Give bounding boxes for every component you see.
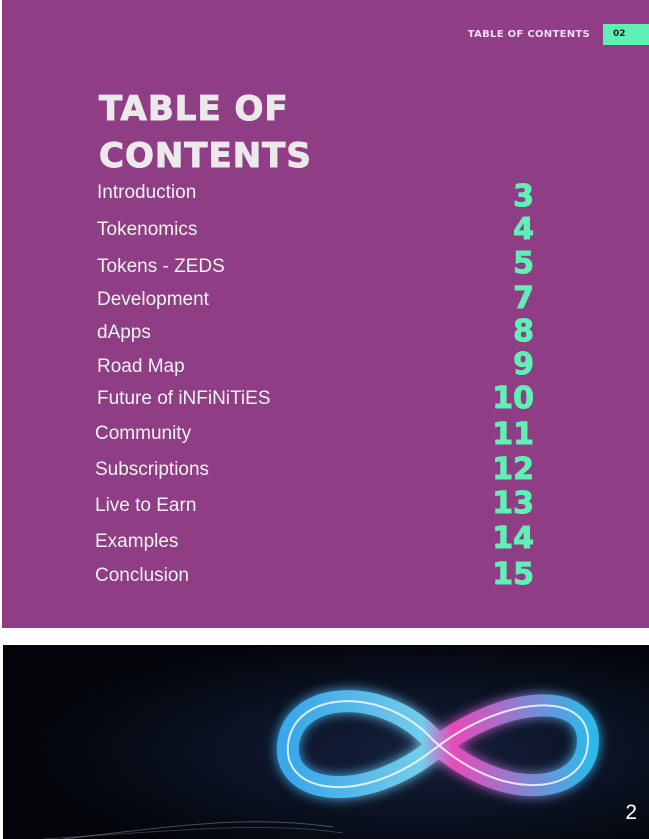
toc-entry-label[interactable]: Community: [95, 423, 191, 445]
page-title-line-1: TABLE OF: [99, 89, 289, 130]
page-title: TABLE OF CONTENTS: [99, 86, 312, 180]
page-title-line-2: CONTENTS: [99, 136, 312, 177]
toc-entry-label[interactable]: Road Map: [97, 356, 185, 378]
content-panel: TABLE OF CONTENTS 02 TABLE OF CONTENTS I…: [2, 0, 649, 628]
toc-entry-page[interactable]: 5: [474, 248, 535, 279]
toc-entry-page[interactable]: 14: [474, 523, 535, 554]
toc-entry-page[interactable]: 3: [474, 181, 535, 212]
toc-entry-label[interactable]: Subscriptions: [95, 459, 209, 481]
toc-entry-label[interactable]: Conclusion: [95, 565, 189, 587]
toc-entry-label[interactable]: Tokenomics: [97, 219, 197, 241]
toc-entry-page[interactable]: 15: [474, 559, 535, 590]
toc-entry-page[interactable]: 8: [474, 316, 535, 347]
toc-entry-page[interactable]: 7: [474, 283, 535, 314]
toc-entry-label[interactable]: Development: [97, 289, 209, 311]
toc-entry-page[interactable]: 9: [474, 349, 535, 380]
toc-entry-label[interactable]: dApps: [97, 322, 151, 344]
toc-entry-page[interactable]: 10: [474, 383, 535, 414]
header-section-label: TABLE OF CONTENTS: [467, 29, 590, 40]
toc-entry-label[interactable]: Live to Earn: [95, 495, 196, 517]
toc-entry-label[interactable]: Introduction: [97, 182, 196, 204]
cover-image: 2: [3, 645, 649, 839]
toc-entry-label[interactable]: Tokens - ZEDS: [97, 256, 225, 278]
page-number: 2: [625, 801, 637, 824]
toc-entry-page[interactable]: 4: [474, 214, 535, 245]
toc-entry-label[interactable]: Examples: [95, 531, 178, 553]
header-page-badge: 02: [603, 24, 649, 45]
infinity-icon: [3, 645, 649, 839]
toc-entry-page[interactable]: 12: [474, 454, 535, 485]
toc-entry-page[interactable]: 11: [474, 419, 535, 450]
toc-entry-label[interactable]: Future of iNFiNiTiES: [97, 388, 271, 410]
toc-entry-page[interactable]: 13: [474, 488, 535, 519]
